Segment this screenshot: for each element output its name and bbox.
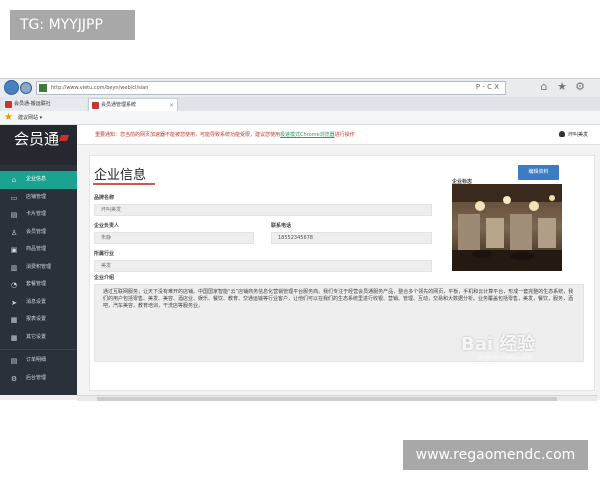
sidebar-item-label: 后台管理: [26, 374, 47, 381]
industry-label: 所属行业: [94, 251, 115, 257]
home-icon: ⌂: [11, 176, 17, 184]
sidebar-item-message[interactable]: ➤ 消息设置: [0, 294, 77, 312]
page-title: 企业信息: [94, 168, 147, 183]
horizontal-scrollbar[interactable]: [77, 395, 597, 401]
gauge-icon: ◔: [10, 281, 18, 289]
sidebar-item-label: 店铺管理: [26, 193, 47, 200]
user-icon: [558, 131, 565, 137]
sidebar-item-label: 报表设置: [26, 316, 47, 322]
chart-icon: ▦: [10, 316, 18, 324]
store-icon: ▭: [10, 193, 18, 202]
title-underline: [93, 183, 155, 185]
notice-message: 重要通知：您当前的网页加速器不能被您使用，可能导致系统功能受限，建议您使用: [95, 132, 281, 138]
company-logo-image: [452, 184, 562, 271]
sidebar-item-other[interactable]: ▦ 其它设置: [0, 329, 77, 347]
sidebar-item-label: 卡片管理: [26, 211, 47, 217]
user-icon: ♙: [10, 228, 18, 237]
tab-admin[interactable]: 会员通管理系统 ×: [88, 98, 178, 111]
sidebar-item-admin[interactable]: ⚙ 后台管理: [0, 370, 77, 388]
user-menu[interactable]: 坏叫美发: [558, 125, 588, 145]
list-icon: ▤: [10, 357, 18, 365]
box-icon: ▣: [10, 246, 18, 254]
gear-icon[interactable]: ⚙: [574, 81, 586, 93]
sidebar-item-card[interactable]: ▤ 卡片管理: [0, 206, 77, 224]
app-logo[interactable]: 会员通: [0, 125, 77, 165]
screenshot-stage: TG: MYYJJPP http://www.vietu.com/beyn/we…: [0, 0, 600, 480]
tab-home[interactable]: 会员通-搬运联社: [2, 98, 87, 111]
scrollbar-thumb[interactable]: [97, 397, 557, 401]
address-text: http://www.vietu.com/beyn/web/cl/sian: [51, 85, 149, 91]
sidebar-item-points[interactable]: ▥ 消费积管理: [0, 259, 77, 277]
bottom-tag: www.regaomendc.com: [403, 440, 588, 470]
tab-label: 会员通管理系统: [101, 102, 137, 108]
notice-tail: 进行操作: [334, 132, 355, 138]
watermark-url: jingyan.baidu.com: [478, 354, 534, 361]
sidebar-item-package[interactable]: ◔ 套餐管理: [0, 276, 77, 294]
notice-text: 重要通知：您当前的网页加速器不能被您使用，可能导致系统功能受限，建议您使用极速模…: [95, 125, 355, 145]
owner-label: 企业负责人: [94, 223, 120, 229]
favorites-bar: ★ 建议网站 ▾: [0, 111, 600, 125]
grid-icon: ▦: [10, 333, 18, 342]
sidebar-divider: [0, 349, 77, 350]
sidebar: 会员通 ⌂ 企业信息 ▭ 店铺管理 ▤ 卡片管理 ♙ 会员管理 ▣ 商品管理 ▥…: [0, 125, 77, 395]
site-icon: [39, 84, 47, 92]
favorites-star-icon[interactable]: ★: [4, 112, 13, 124]
edit-profile-button[interactable]: 编辑资料: [518, 165, 559, 180]
logo-mark-icon: [58, 135, 70, 141]
intro-label: 企业介绍: [94, 275, 115, 281]
sidebar-item-label: 消费积管理: [26, 263, 52, 270]
sidebar-item-label: 其它设置: [26, 333, 47, 340]
sidebar-item-company-info[interactable]: ⌂ 企业信息: [0, 171, 77, 189]
sidebar-item-goods[interactable]: ▣ 商品管理: [0, 241, 77, 259]
sidebar-item-orders[interactable]: ▤ 订单明细: [0, 352, 77, 370]
sidebar-item-member[interactable]: ♙ 会员管理: [0, 224, 77, 242]
home-icon[interactable]: ⌂: [538, 81, 550, 93]
phone-label: 联系电话: [271, 223, 292, 229]
forward-button[interactable]: [20, 82, 32, 94]
top-tag: TG: MYYJJPP: [10, 10, 135, 40]
sidebar-item-report[interactable]: ▦ 报表设置: [0, 311, 77, 329]
sidebar-item-store[interactable]: ▭ 店铺管理: [0, 189, 77, 207]
back-button[interactable]: [4, 80, 19, 95]
sidebar-menu: ⌂ 企业信息 ▭ 店铺管理 ▤ 卡片管理 ♙ 会员管理 ▣ 商品管理 ▥ 消费积…: [0, 171, 77, 346]
send-icon: ➤: [11, 298, 17, 307]
brand-label: 品牌名称: [94, 195, 115, 201]
watermark-brand: Bai 经验: [461, 334, 536, 355]
tab-bar: 会员通-搬运联社 会员通管理系统 ×: [0, 97, 600, 111]
owner-field: 朱静: [94, 232, 254, 244]
tab-label: 会员通-搬运联社: [14, 101, 51, 107]
notice-browser-link[interactable]: 极速模式Chrome浏览器: [280, 132, 335, 138]
phone-field: 18552345678: [271, 232, 432, 244]
user-name: 坏叫美发: [567, 132, 588, 138]
cog-icon: ⚙: [10, 374, 18, 383]
top-notice-bar: 重要通知：您当前的网页加速器不能被您使用，可能导致系统功能受限，建议您使用极速模…: [77, 125, 600, 145]
address-controls[interactable]: P - C X: [476, 83, 499, 91]
sidebar-bottom-menu: ▤ 订单明细 ⚙ 后台管理: [0, 352, 77, 387]
sidebar-item-label: 企业信息: [26, 176, 47, 182]
sidebar-item-label: 套餐管理: [26, 281, 47, 287]
favorites-link[interactable]: 建议网站 ▾: [18, 111, 42, 125]
logo-text: 会员通: [14, 130, 60, 148]
sidebar-item-label: 商品管理: [26, 246, 47, 252]
card-icon: ▤: [10, 211, 18, 219]
industry-field: 美发: [94, 260, 432, 272]
sidebar-item-label: 会员管理: [26, 228, 47, 235]
salon-photo: [452, 184, 562, 271]
sidebar-item-label: 消息设置: [26, 298, 47, 305]
address-row: http://www.vietu.com/beyn/web/cl/sian P …: [0, 79, 600, 97]
sidebar-item-label: 订单明细: [26, 357, 47, 363]
tab-favicon-icon: [5, 101, 12, 108]
brand-field: 坏叫美发: [94, 204, 432, 216]
address-bar[interactable]: http://www.vietu.com/beyn/web/cl/sian P …: [36, 81, 506, 95]
star-icon[interactable]: ★: [556, 81, 568, 93]
bars-icon: ▥: [10, 263, 18, 272]
tab-favicon-icon: [92, 102, 99, 109]
